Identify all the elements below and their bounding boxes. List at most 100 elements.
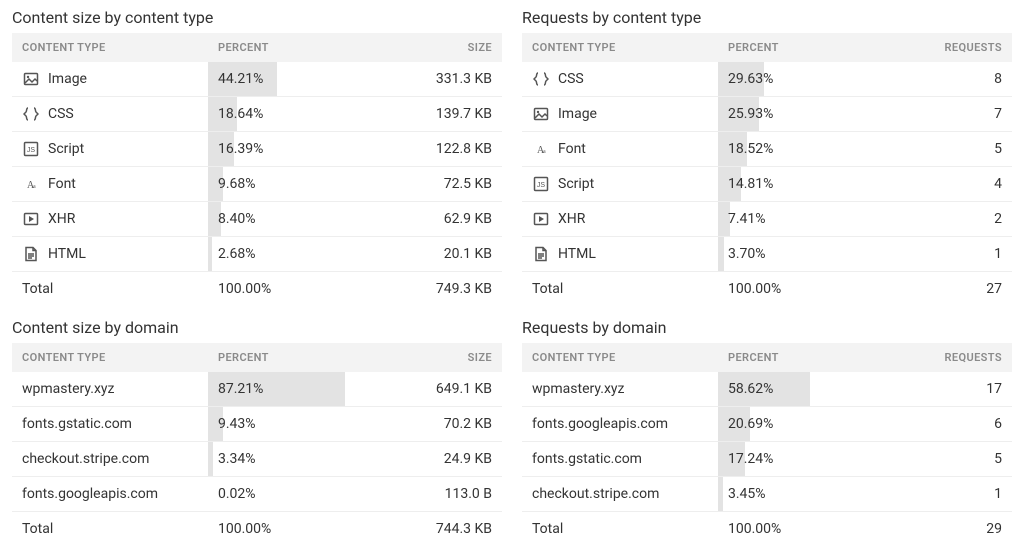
percent-value: 0.02% xyxy=(218,486,256,502)
value-cell: 72.5 KB xyxy=(365,167,502,202)
percent-value: 17.24% xyxy=(728,451,773,467)
column-header[interactable]: CONTENT TYPE xyxy=(12,343,208,372)
table-row[interactable]: checkout.stripe.com 3.34% 24.9 KB xyxy=(12,442,502,477)
type-label: Font xyxy=(48,176,76,192)
table-row[interactable]: fonts.gstatic.com17.24%5 xyxy=(522,442,1012,477)
type-label: XHR xyxy=(48,211,75,227)
total-label: Total xyxy=(12,272,208,307)
percent-value: 2.68% xyxy=(218,246,256,262)
table-row[interactable]: AaFont18.52%5 xyxy=(522,132,1012,167)
percent-cell: 29.63% xyxy=(718,62,875,97)
percent-cell: 18.52% xyxy=(718,132,875,167)
table-row[interactable]: Image 44.21% 331.3 KB xyxy=(12,62,502,97)
panel: Requests by content type CONTENT TYPEPERC… xyxy=(522,8,1012,306)
type-cell: fonts.gstatic.com xyxy=(12,407,208,442)
total-label: Total xyxy=(12,512,208,547)
value-cell: 1 xyxy=(875,477,1012,512)
font-icon: Aa xyxy=(22,176,40,192)
type-label: CSS xyxy=(558,71,584,87)
table-row[interactable]: Aa Font 9.68% 72.5 KB xyxy=(12,167,502,202)
percent-value: 14.81% xyxy=(728,176,773,192)
column-header[interactable]: CONTENT TYPE xyxy=(522,33,718,62)
font-icon: Aa xyxy=(532,141,550,157)
value-cell: 20.1 KB xyxy=(365,237,502,272)
type-cell: AaFont xyxy=(522,132,718,167)
table-row[interactable]: JSScript 14.81% 4 xyxy=(522,167,1012,202)
table-row[interactable]: CSS29.63%8 xyxy=(522,62,1012,97)
column-header[interactable]: REQUESTS xyxy=(875,343,1012,372)
percent-value: 3.34% xyxy=(218,451,256,467)
type-label: wpmastery.xyz xyxy=(22,381,114,397)
table-row[interactable]: JSScript16.39%122.8 KB xyxy=(12,132,502,167)
html-icon xyxy=(532,246,550,262)
value-cell: 24.9 KB xyxy=(365,442,502,477)
column-header[interactable]: REQUESTS xyxy=(875,33,1012,62)
percent-value: 3.70% xyxy=(728,246,766,262)
percent-cell: 25.93% xyxy=(718,97,875,132)
table-row[interactable]: HTML3.70%1 xyxy=(522,237,1012,272)
type-cell: fonts.gstatic.com xyxy=(522,442,718,477)
table-row[interactable]: checkout.stripe.com3.45%1 xyxy=(522,477,1012,512)
table-row[interactable]: XHR8.40%62.9 KB xyxy=(12,202,502,237)
percent-cell: 14.81% xyxy=(718,167,875,202)
type-cell: wpmastery.xyz xyxy=(522,372,718,407)
table-row[interactable]: fonts.gstatic.com9.43%70.2 KB xyxy=(12,407,502,442)
column-header[interactable]: CONTENT TYPE xyxy=(12,33,208,62)
column-header[interactable]: SIZE xyxy=(365,343,502,372)
table-row[interactable]: fonts.googleapis.com20.69%6 xyxy=(522,407,1012,442)
type-label: CSS xyxy=(48,106,74,122)
table-row[interactable]: CSS18.64%139.7 KB xyxy=(12,97,502,132)
percent-value: 18.64% xyxy=(218,106,263,122)
total-row: Total100.00%29 xyxy=(522,512,1012,547)
svg-text:a: a xyxy=(33,184,36,190)
table-row[interactable]: HTML2.68%20.1 KB xyxy=(12,237,502,272)
table-row[interactable]: wpmastery.xyz87.21%649.1 KB xyxy=(12,372,502,407)
column-header[interactable]: SIZE xyxy=(365,33,502,62)
value-cell: 331.3 KB xyxy=(365,62,502,97)
column-header[interactable]: PERCENT xyxy=(718,343,875,372)
type-label: checkout.stripe.com xyxy=(532,486,659,502)
percent-value: 8.40% xyxy=(218,211,256,227)
percent-value: 18.52% xyxy=(728,141,773,157)
table-row[interactable]: Image 25.93%7 xyxy=(522,97,1012,132)
percent-value: 9.68% xyxy=(218,176,256,192)
percent-value: 44.21% xyxy=(218,71,263,87)
panel: Content size by domain CONTENT TYPEPERCEN… xyxy=(12,318,502,546)
percent-cell: 3.70% xyxy=(718,237,875,272)
column-header[interactable]: PERCENT xyxy=(718,33,875,62)
value-cell: 7 xyxy=(875,97,1012,132)
total-value: 29 xyxy=(875,512,1012,547)
panel-title: Requests by content type xyxy=(522,8,1012,27)
percent-cell: 20.69% xyxy=(718,407,875,442)
html-icon xyxy=(22,246,40,262)
value-cell: 122.8 KB xyxy=(365,132,502,167)
type-cell: fonts.googleapis.com xyxy=(12,477,208,512)
image-icon xyxy=(532,106,550,122)
type-label: HTML xyxy=(558,246,596,262)
panel-title: Content size by domain xyxy=(12,318,502,337)
type-cell: wpmastery.xyz xyxy=(12,372,208,407)
column-header[interactable]: CONTENT TYPE xyxy=(522,343,718,372)
table-row[interactable]: wpmastery.xyz58.62%17 xyxy=(522,372,1012,407)
total-row: Total100.00%744.3 KB xyxy=(12,512,502,547)
value-cell: 4 xyxy=(875,167,1012,202)
table-row[interactable]: fonts.googleapis.com0.02%113.0 B xyxy=(12,477,502,512)
value-cell: 2 xyxy=(875,202,1012,237)
type-cell: JSScript xyxy=(522,167,718,202)
percent-value: 58.62% xyxy=(728,381,773,397)
percent-cell: 0.02% xyxy=(208,477,365,512)
type-cell: Image xyxy=(12,62,208,97)
table-row[interactable]: XHR7.41%2 xyxy=(522,202,1012,237)
percent-value: 7.41% xyxy=(728,211,766,227)
svg-text:a: a xyxy=(543,149,546,155)
column-header[interactable]: PERCENT xyxy=(208,343,365,372)
percent-cell: 9.68% xyxy=(208,167,365,202)
total-percent: 100.00% xyxy=(208,512,365,547)
total-percent: 100.00% xyxy=(208,272,365,307)
total-label: Total xyxy=(522,512,718,547)
percent-bar xyxy=(718,237,724,271)
column-header[interactable]: PERCENT xyxy=(208,33,365,62)
type-label: Image xyxy=(48,71,87,87)
type-label: Image xyxy=(558,106,597,122)
type-cell: checkout.stripe.com xyxy=(12,442,208,477)
